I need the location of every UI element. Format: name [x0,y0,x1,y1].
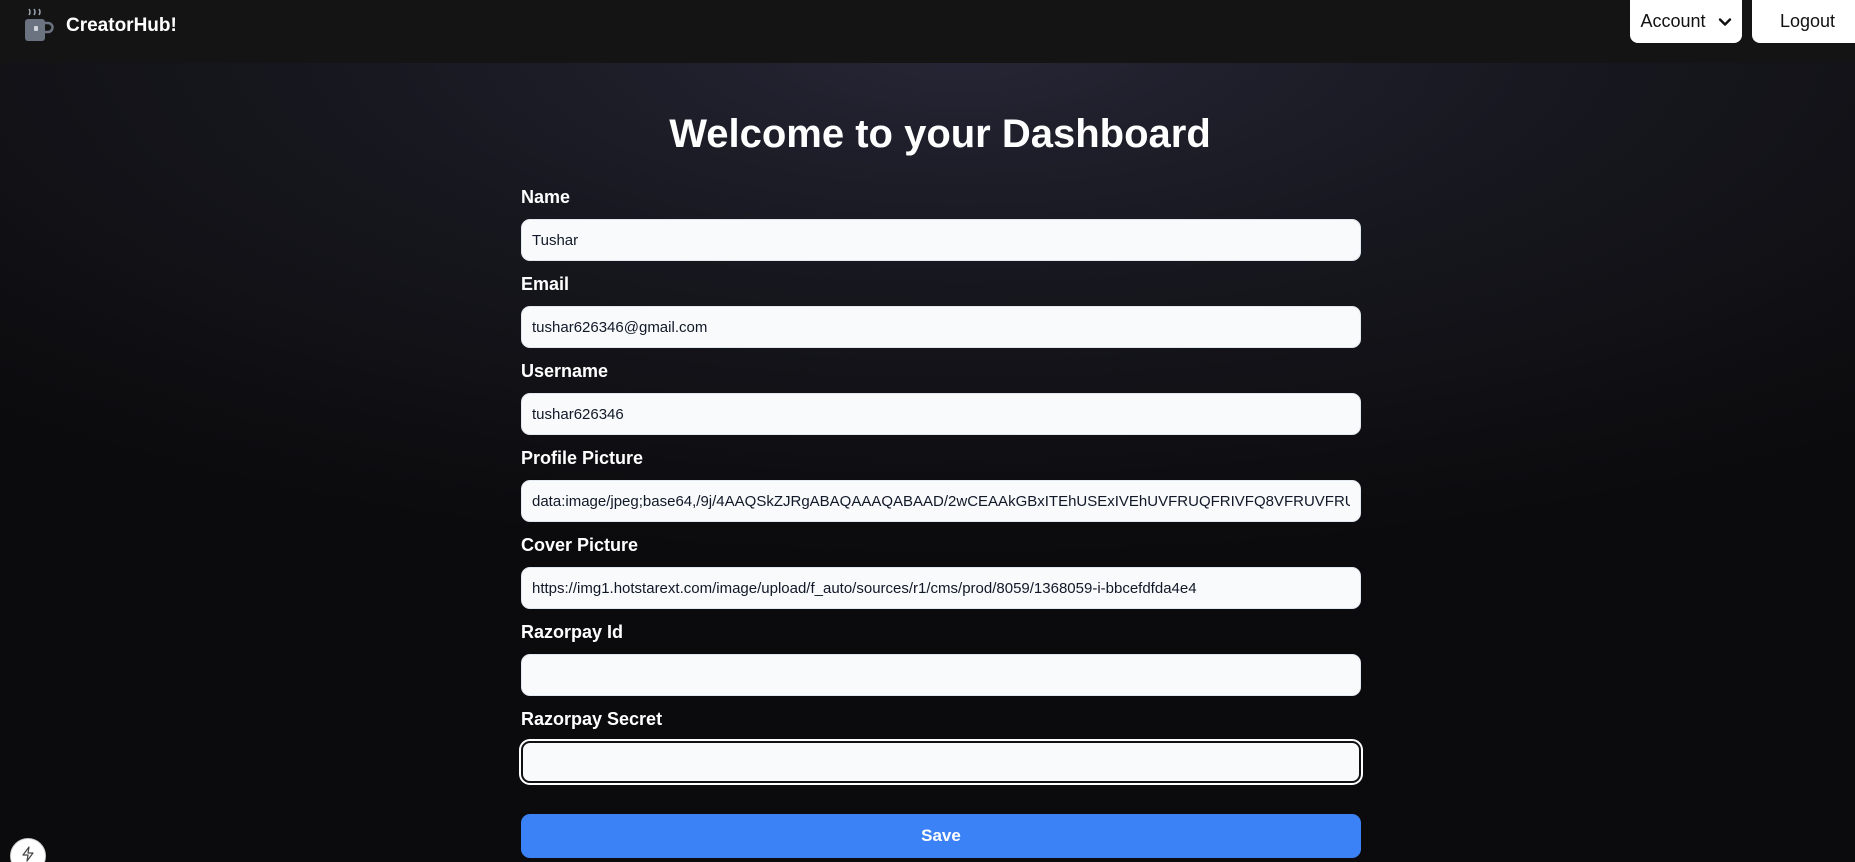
dev-tools-button[interactable] [10,838,46,862]
username-input[interactable] [521,393,1361,435]
lightning-bolt-icon [22,846,34,862]
save-button[interactable]: Save [521,814,1361,858]
cover-picture-label: Cover Picture [521,535,639,555]
email-input[interactable] [521,306,1361,348]
name-label: Name [521,187,571,207]
razorpay-secret-field: Razorpay Secret [521,708,1361,795]
profile-picture-input[interactable] [521,480,1361,522]
username-label: Username [521,361,609,381]
brand-link[interactable]: CreatorHub! [20,6,177,44]
coffee-cup-icon [25,8,54,41]
chevron-down-icon [1718,17,1731,26]
cover-picture-field: Cover Picture [521,534,1361,621]
page-title: Welcome to your Dashboard [669,112,1211,156]
account-dropdown-button[interactable]: Account [1630,0,1742,43]
page: CreatorHub! Account Logout Welcome to yo… [0,0,1855,862]
profile-form: Name Email Username Profile Picture Cove… [521,186,1361,795]
razorpay-secret-input[interactable] [521,741,1361,783]
username-field: Username [521,360,1361,447]
email-label: Email [521,274,570,294]
name-field: Name [521,186,1361,273]
name-input[interactable] [521,219,1361,261]
razorpay-id-input[interactable] [521,654,1361,696]
logout-button[interactable]: Logout [1752,0,1855,43]
email-field: Email [521,273,1361,360]
razorpay-id-field: Razorpay Id [521,621,1361,708]
razorpay-secret-label: Razorpay Secret [521,709,663,729]
cover-picture-input[interactable] [521,567,1361,609]
brand-name: CreatorHub! [66,15,177,36]
account-button-label: Account [1640,11,1706,31]
profile-picture-label: Profile Picture [521,448,644,468]
razorpay-id-label: Razorpay Id [521,622,624,642]
navbar: CreatorHub! Account Logout [0,0,1855,63]
profile-picture-field: Profile Picture [521,447,1361,534]
